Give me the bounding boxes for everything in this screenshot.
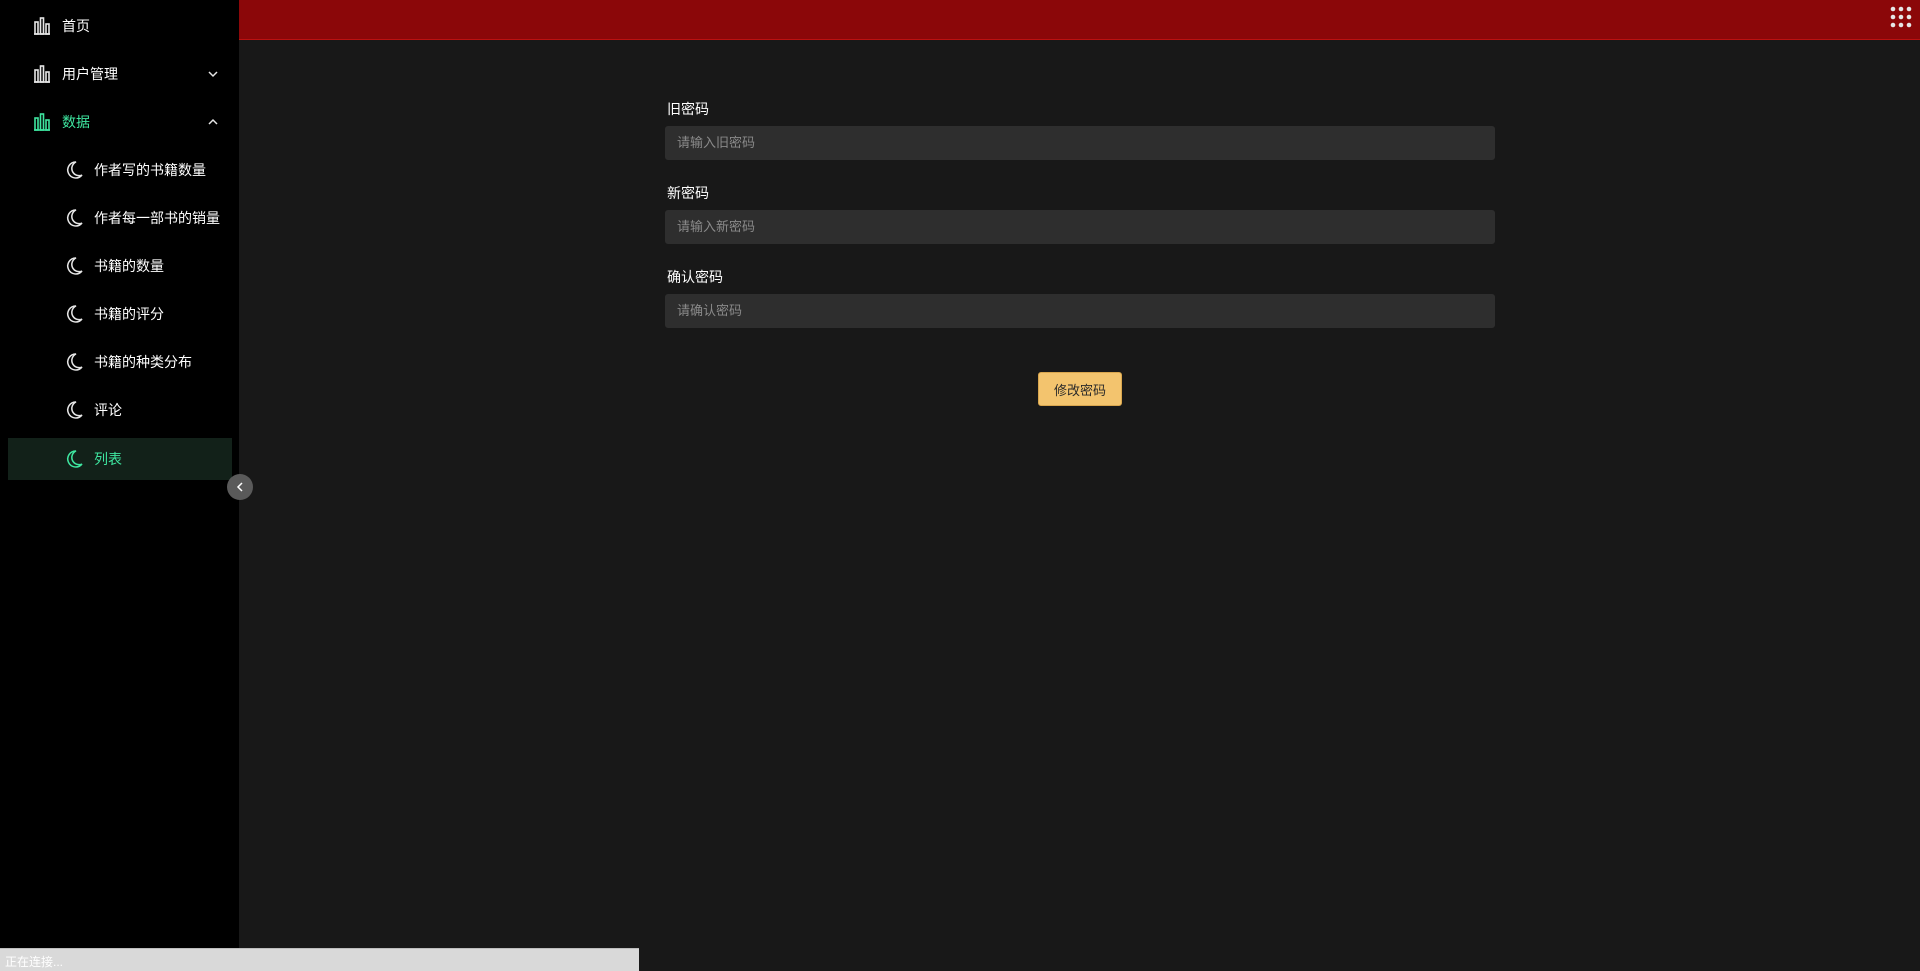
old-password-input[interactable] bbox=[665, 126, 1495, 160]
top-header bbox=[239, 0, 1920, 40]
bar-chart-icon bbox=[34, 17, 50, 35]
sidebar-collapse-button[interactable] bbox=[227, 474, 253, 500]
new-password-input[interactable] bbox=[665, 210, 1495, 244]
browser-status-bar: 正在连接... bbox=[0, 948, 639, 971]
sub-item-author-book-count[interactable]: 作者写的书籍数量 bbox=[0, 146, 239, 194]
new-password-label: 新密码 bbox=[667, 186, 709, 202]
moon-icon bbox=[67, 401, 83, 419]
change-password-button[interactable]: 修改密码 bbox=[1038, 372, 1122, 406]
sub-item-label: 作者每一部书的销量 bbox=[94, 211, 220, 227]
moon-icon bbox=[67, 450, 83, 468]
sidebar: 首页 用户管理 数据 作者写的书籍数量 作者每一部书的销量 书籍的数量 书籍的评… bbox=[0, 0, 239, 948]
menu-label-user-management: 用户管理 bbox=[62, 67, 118, 83]
sub-item-label: 列表 bbox=[94, 452, 122, 468]
bar-chart-icon bbox=[34, 113, 50, 131]
confirm-password-input[interactable] bbox=[665, 294, 1495, 328]
sub-item-label: 评论 bbox=[94, 403, 122, 419]
bar-chart-icon bbox=[34, 65, 50, 83]
menu-item-data[interactable]: 数据 bbox=[0, 98, 239, 146]
moon-icon bbox=[67, 257, 83, 275]
menu-label-data: 数据 bbox=[62, 115, 90, 131]
old-password-label: 旧密码 bbox=[667, 102, 709, 118]
sub-item-list[interactable]: 列表 bbox=[8, 438, 232, 480]
sub-item-comments[interactable]: 评论 bbox=[0, 386, 239, 434]
sub-item-label: 作者写的书籍数量 bbox=[94, 163, 206, 179]
sub-item-book-category[interactable]: 书籍的种类分布 bbox=[0, 338, 239, 386]
moon-icon bbox=[67, 353, 83, 371]
chevron-up-icon bbox=[208, 118, 218, 125]
sub-item-label: 书籍的评分 bbox=[94, 307, 164, 323]
moon-icon bbox=[67, 305, 83, 323]
moon-icon bbox=[67, 161, 83, 179]
sub-item-label: 书籍的数量 bbox=[94, 259, 164, 275]
menu-item-user-management[interactable]: 用户管理 bbox=[0, 50, 239, 98]
moon-icon bbox=[67, 209, 83, 227]
menu-item-home[interactable]: 首页 bbox=[0, 2, 239, 50]
menu-label-home: 首页 bbox=[62, 19, 90, 35]
chevron-down-icon bbox=[208, 71, 218, 78]
sub-item-label: 书籍的种类分布 bbox=[94, 355, 192, 371]
grid-apps-icon[interactable] bbox=[1890, 6, 1912, 28]
sub-item-book-count[interactable]: 书籍的数量 bbox=[0, 242, 239, 290]
confirm-password-label: 确认密码 bbox=[667, 270, 723, 286]
sub-item-book-rating[interactable]: 书籍的评分 bbox=[0, 290, 239, 338]
chevron-left-icon bbox=[236, 482, 243, 492]
sub-item-author-book-sales[interactable]: 作者每一部书的销量 bbox=[0, 194, 239, 242]
